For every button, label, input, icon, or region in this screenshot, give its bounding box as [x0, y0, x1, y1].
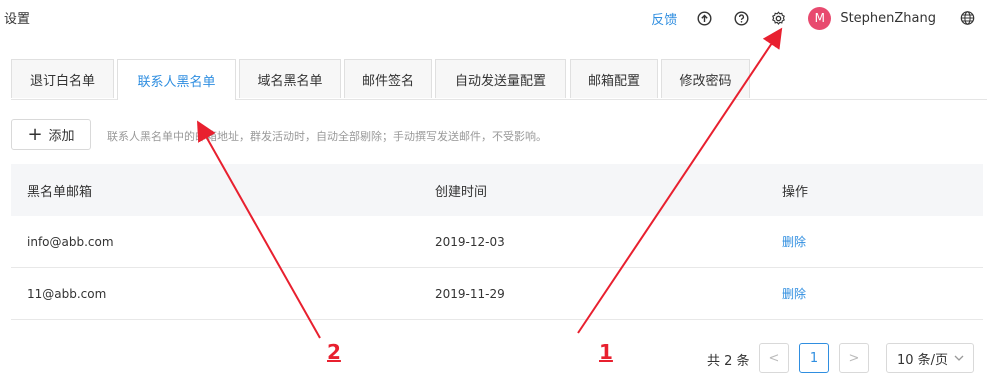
tab-label: 自动发送量配置: [454, 73, 546, 89]
annotation-label-1: 1: [599, 340, 613, 364]
tab-auto-send-config[interactable]: 自动发送量配置: [435, 59, 566, 98]
blacklist-table: 黑名单邮箱 创建时间 操作 info@abb.com 2019-12-03 删除…: [11, 164, 983, 320]
row-email: info@abb.com: [27, 234, 114, 249]
top-right-actions: 反馈 M StephenZhang: [651, 0, 987, 36]
globe-icon[interactable]: [960, 11, 975, 26]
tab-change-password[interactable]: 修改密码: [661, 59, 750, 98]
add-button[interactable]: + 添加: [11, 119, 91, 150]
page-size-value: 10 条/页: [897, 352, 949, 368]
page-size-select[interactable]: 10 条/页: [886, 343, 974, 373]
delete-link[interactable]: 删除: [782, 216, 806, 267]
plus-icon: +: [27, 123, 43, 145]
top-bar: 设置 反馈 M StephenZhang: [0, 0, 987, 40]
tab-label: 退订白名单: [29, 73, 95, 89]
username[interactable]: StephenZhang: [840, 11, 936, 26]
add-button-label: 添加: [48, 129, 75, 144]
column-header-created: 创建时间: [435, 184, 488, 200]
hint-text: 联系人黑名单中的邮箱地址，群发活动时，自动全部剔除；手动撰写发送邮件，不受影响。: [107, 130, 547, 143]
tab-mailbox-config[interactable]: 邮箱配置: [570, 59, 658, 98]
help-icon[interactable]: [734, 10, 749, 26]
column-header-email: 黑名单邮箱: [27, 184, 93, 200]
row-date: 2019-11-29: [435, 286, 505, 301]
tab-label: 修改密码: [679, 73, 732, 89]
tab-unsubscribe-whitelist[interactable]: 退订白名单: [11, 59, 114, 98]
next-page-button[interactable]: >: [839, 343, 869, 373]
prev-page-button[interactable]: <: [759, 343, 789, 373]
chevron-left-icon: <: [768, 350, 780, 366]
tab-label: 域名黑名单: [257, 73, 323, 89]
table-row: 11@abb.com 2019-11-29 删除: [11, 268, 983, 320]
row-date: 2019-12-03: [435, 234, 505, 249]
settings-tabs: 退订白名单 联系人黑名单 域名黑名单 邮件签名 自动发送量配置 邮箱配置 修改密…: [11, 59, 987, 100]
row-email: 11@abb.com: [27, 286, 107, 301]
delete-link[interactable]: 删除: [782, 268, 806, 319]
chevron-down-icon: [953, 351, 965, 369]
tab-label: 邮箱配置: [587, 73, 640, 89]
annotation-label-2: 2: [327, 340, 341, 364]
avatar[interactable]: M: [808, 6, 832, 30]
tab-email-signature[interactable]: 邮件签名: [344, 59, 432, 98]
table-row: info@abb.com 2019-12-03 删除: [11, 216, 983, 268]
tab-contact-blacklist[interactable]: 联系人黑名单: [117, 59, 236, 100]
tab-label: 邮件签名: [361, 73, 414, 89]
column-header-actions: 操作: [782, 184, 809, 200]
pagination-total: 共 2 条: [707, 354, 750, 369]
page-1-button[interactable]: 1: [799, 343, 829, 373]
upload-icon[interactable]: [697, 10, 712, 26]
tab-label: 联系人黑名单: [137, 74, 216, 90]
gear-icon[interactable]: [771, 10, 786, 26]
feedback-link[interactable]: 反馈: [651, 9, 677, 28]
chevron-right-icon: >: [848, 350, 860, 366]
table-header: 黑名单邮箱 创建时间 操作: [11, 164, 983, 216]
page-title: 设置: [4, 12, 31, 27]
tab-domain-blacklist[interactable]: 域名黑名单: [239, 59, 341, 98]
